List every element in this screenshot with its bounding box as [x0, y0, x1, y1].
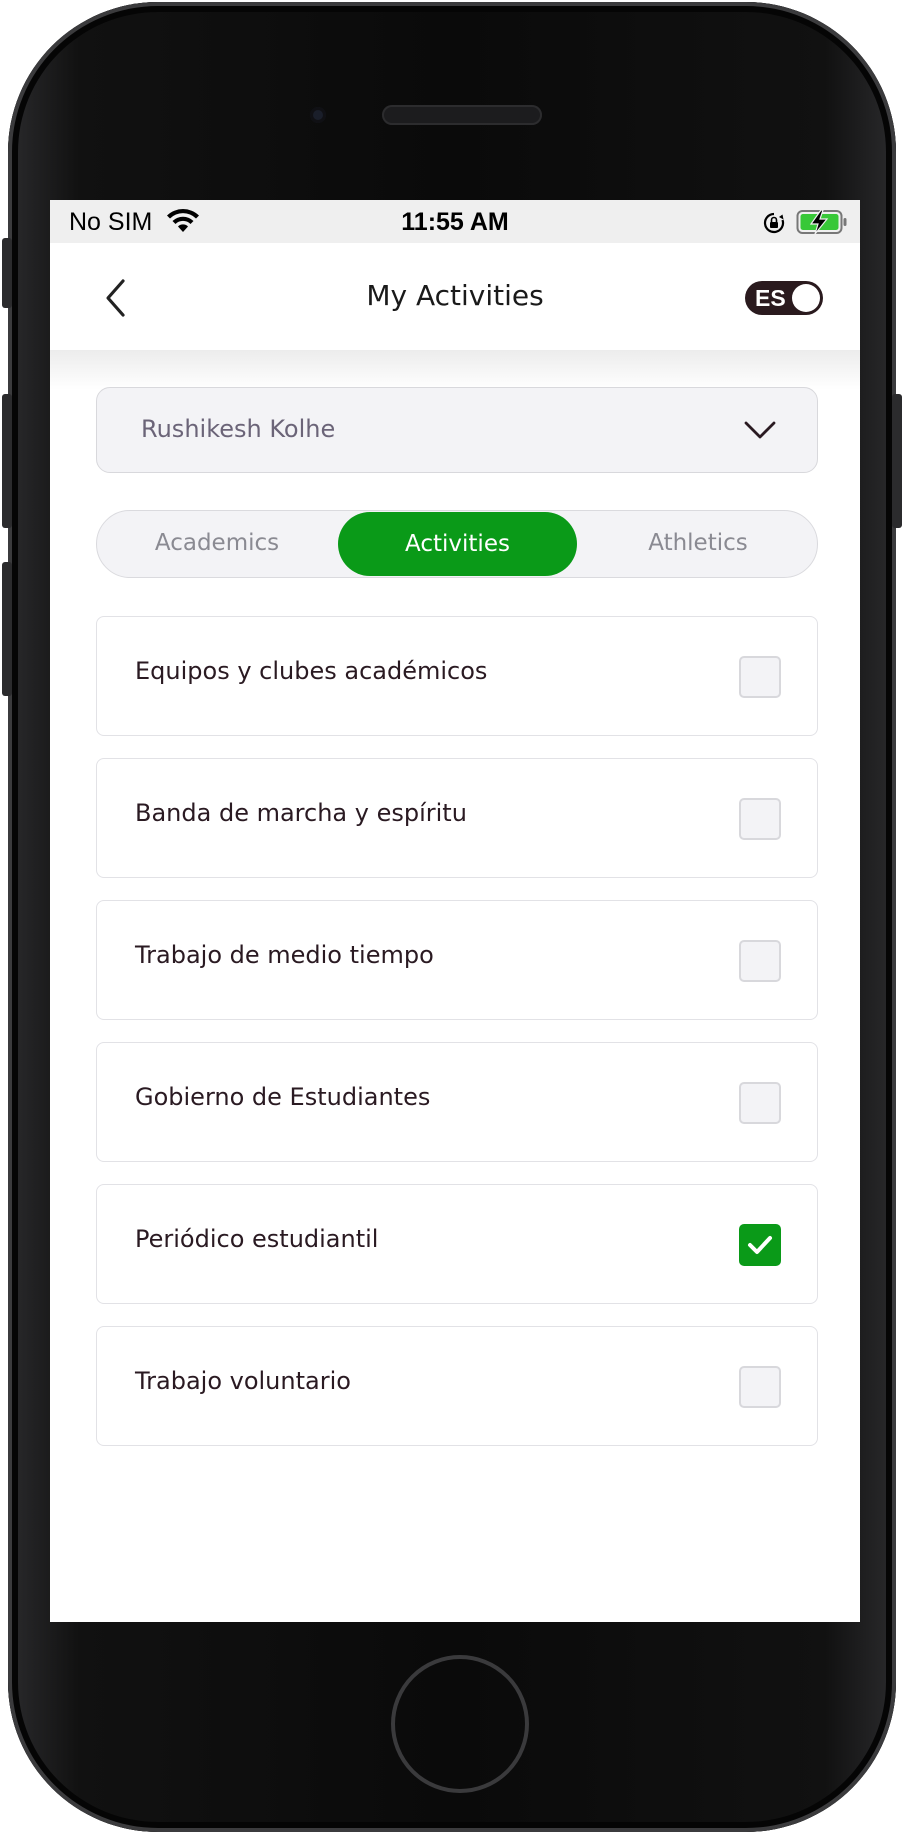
toggle-knob: [792, 284, 820, 312]
activity-checkbox[interactable]: [739, 1082, 781, 1124]
activity-checkbox[interactable]: [739, 798, 781, 840]
activity-checkbox[interactable]: [739, 940, 781, 982]
chevron-down-icon: [744, 421, 776, 439]
nav-bar: My Activities ES: [50, 243, 860, 350]
activity-item[interactable]: Equipos y clubes académicos: [96, 616, 818, 736]
activity-label: Trabajo de medio tiempo: [135, 941, 434, 969]
power-button: [892, 394, 902, 528]
language-toggle-label: ES: [755, 285, 786, 311]
battery-charging-icon: [796, 209, 847, 235]
language-toggle[interactable]: ES: [745, 281, 823, 315]
activity-checkbox[interactable]: [739, 656, 781, 698]
activity-label: Gobierno de Estudiantes: [135, 1083, 431, 1111]
activity-item[interactable]: Trabajo voluntario: [96, 1326, 818, 1446]
nav-shadow: [50, 350, 860, 390]
activity-item[interactable]: Trabajo de medio tiempo: [96, 900, 818, 1020]
mute-switch: [2, 238, 12, 308]
earpiece-speaker: [382, 105, 542, 125]
category-tabs: Academics Activities Athletics: [96, 510, 818, 578]
status-bar: No SIM 11:55 AM: [50, 200, 860, 243]
lock-rotation-icon: [763, 212, 785, 234]
activity-label: Periódico estudiantil: [135, 1225, 379, 1253]
volume-up-button: [2, 394, 12, 528]
front-camera: [310, 107, 326, 123]
tab-activities[interactable]: Activities: [338, 512, 577, 576]
activity-item[interactable]: Gobierno de Estudiantes: [96, 1042, 818, 1162]
activity-item[interactable]: Banda de marcha y espíritu: [96, 758, 818, 878]
student-select-value: Rushikesh Kolhe: [141, 415, 336, 443]
status-time: 11:55 AM: [401, 208, 509, 236]
activity-item[interactable]: Periódico estudiantil: [96, 1184, 818, 1304]
activity-label: Banda de marcha y espíritu: [135, 799, 467, 827]
activity-label: Equipos y clubes académicos: [135, 657, 488, 685]
home-button[interactable]: [391, 1655, 529, 1793]
volume-down-button: [2, 562, 12, 696]
tab-academics[interactable]: Academics: [99, 511, 335, 576]
activity-checkbox[interactable]: [739, 1366, 781, 1408]
page-title: My Activities: [366, 279, 544, 312]
app-screen: No SIM 11:55 AM My Activities ES Rushike…: [50, 200, 860, 1622]
activity-checkbox[interactable]: [739, 1224, 781, 1266]
tab-athletics[interactable]: Athletics: [580, 511, 816, 576]
activity-label: Trabajo voluntario: [135, 1367, 351, 1395]
checkmark-icon: [748, 1236, 772, 1254]
student-select[interactable]: Rushikesh Kolhe: [96, 387, 818, 473]
